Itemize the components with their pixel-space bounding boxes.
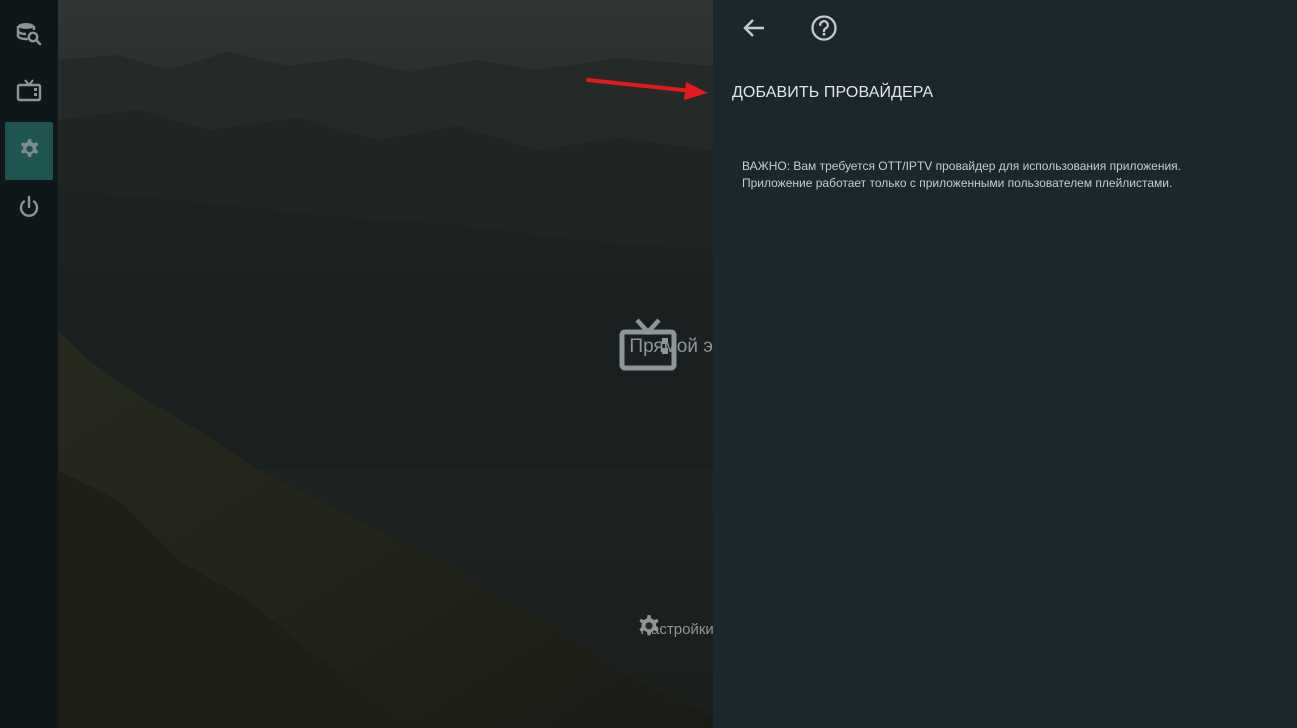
important-notice: ВАЖНО: Вам требуется OTT/IPTV провайдер … bbox=[742, 158, 1262, 192]
database-search-icon bbox=[15, 20, 43, 53]
help-button[interactable] bbox=[808, 14, 840, 46]
rail-item-live-tv[interactable] bbox=[5, 65, 53, 121]
gear-icon bbox=[15, 135, 43, 168]
power-icon bbox=[15, 193, 43, 226]
rail-item-settings[interactable] bbox=[5, 122, 53, 180]
notice-line-2: Приложение работает только с приложенным… bbox=[742, 176, 1173, 190]
arrow-left-icon bbox=[742, 16, 766, 45]
navigation-rail bbox=[0, 0, 58, 728]
app-screen: Прямой эф Настройки bbox=[0, 0, 1297, 728]
add-provider-panel: ДОБАВИТЬ ПРОВАЙДЕРА ВАЖНО: Вам требуется… bbox=[713, 0, 1297, 728]
background-landscape: Прямой эф Настройки bbox=[58, 0, 713, 728]
back-button[interactable] bbox=[738, 14, 770, 46]
red-arrow-annotation bbox=[586, 78, 708, 100]
notice-line-1: ВАЖНО: Вам требуется OTT/IPTV провайдер … bbox=[742, 159, 1181, 173]
settings-tile[interactable]: Настройки bbox=[635, 611, 713, 638]
add-provider-button[interactable]: ДОБАВИТЬ ПРОВАЙДЕРА bbox=[732, 84, 933, 102]
help-circle-icon bbox=[810, 14, 838, 47]
rail-item-power[interactable] bbox=[5, 181, 53, 237]
rail-item-search-sources[interactable] bbox=[5, 8, 53, 64]
tv-icon bbox=[15, 77, 43, 110]
live-tv-tile[interactable]: Прямой эф bbox=[619, 318, 713, 371]
